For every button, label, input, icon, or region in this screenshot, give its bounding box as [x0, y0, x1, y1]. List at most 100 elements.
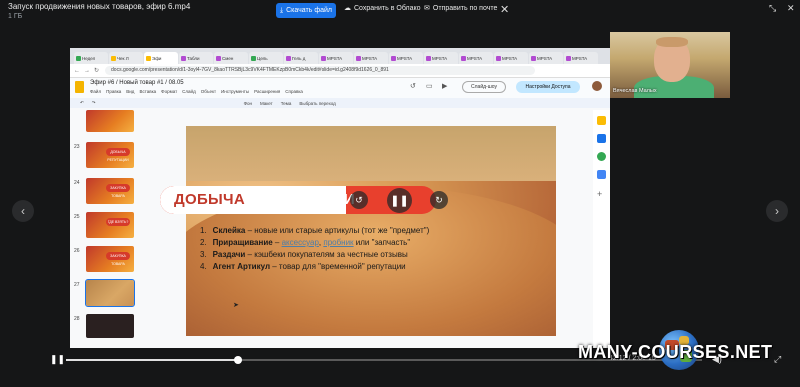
next-arrow-icon[interactable]: ›	[766, 200, 788, 222]
send-mail-button[interactable]: ✉ Отправить по почте	[424, 4, 498, 13]
toolbar-transition[interactable]: Выбрать переход	[299, 101, 335, 106]
accessory-link[interactable]: аксессуар	[282, 238, 319, 247]
browser-tab[interactable]: MPSTA	[424, 52, 458, 64]
thumbnail-banner: ЗАКУПКА ТОВАРА	[106, 252, 130, 266]
avatar[interactable]	[592, 81, 602, 91]
download-icon: ⤓	[280, 6, 284, 14]
slides-logo-icon[interactable]	[75, 81, 84, 93]
toolbar-theme[interactable]: Тема	[281, 101, 292, 106]
favicon-icon	[426, 55, 431, 61]
browser-tab[interactable]: Смен	[214, 52, 248, 64]
favicon-icon	[321, 55, 326, 61]
download-label: Скачать файл	[286, 7, 332, 14]
history-icon[interactable]: ↺	[410, 82, 416, 90]
browser-tab[interactable]: MPSTA	[494, 52, 528, 64]
menu-help[interactable]: Справка	[285, 89, 303, 94]
address-bar: ← → ↻ docs.google.com/presentation/d/1-3…	[70, 64, 610, 78]
viewer-topbar: Запуск продвижения новых товаров, эфир 6…	[0, 0, 800, 22]
slide-list: 1. Склейка – новые или старые артикулы (…	[200, 225, 429, 273]
keep-icon[interactable]	[597, 116, 606, 125]
browser-tab[interactable]: Гель д	[284, 52, 318, 64]
browser-tab[interactable]: MPSTA	[564, 52, 598, 64]
toolbar-undo-icon[interactable]: ↶	[80, 100, 84, 106]
rewind-10-icon[interactable]: ↺	[350, 191, 368, 209]
webcam-overlay: Вячеслав Малых	[610, 32, 730, 98]
menu-tools[interactable]: Инструменты	[221, 89, 249, 94]
browser-tab[interactable]: MPSTA	[354, 52, 388, 64]
close-icon[interactable]: ✕	[500, 3, 509, 16]
list-item: 1. Склейка – новые или старые артикулы (…	[200, 226, 430, 235]
meet-icon[interactable]: ▶	[442, 82, 447, 90]
slide-background	[186, 126, 556, 181]
favicon-icon	[216, 55, 221, 61]
slide-thumbnail-selected[interactable]	[85, 279, 135, 307]
menu-file[interactable]: Файл	[90, 89, 101, 94]
menu-edit[interactable]: Правка	[106, 89, 121, 94]
browser-tab[interactable]: MPSTA	[529, 52, 563, 64]
browser-tab-active[interactable]: Эфи	[144, 52, 178, 64]
browser-tab[interactable]: MPSTA	[459, 52, 493, 64]
browser-tab[interactable]: Недел	[74, 52, 108, 64]
minimize-icon[interactable]: ⤡	[769, 3, 776, 14]
menu-view[interactable]: Вид	[126, 89, 134, 94]
browser-tab[interactable]: MPSTA	[389, 52, 423, 64]
tasks-icon[interactable]	[597, 134, 606, 143]
slide-thumbnail[interactable]: ЗАКУПКА ТОВАРА	[86, 246, 134, 272]
slide-number: 26	[74, 248, 80, 254]
toolbar-layout[interactable]: Макет	[260, 101, 273, 106]
close-window-icon[interactable]: ✕	[787, 3, 795, 14]
list-item: 2. Приращивание – аксессуар, пробник или…	[200, 238, 411, 247]
list-item: 3. Раздачи – кэшбеки покупателям за чест…	[200, 250, 408, 259]
participant-name: Вячеслав Малых	[613, 88, 657, 94]
contacts-icon[interactable]	[597, 152, 606, 161]
url-input[interactable]: docs.google.com/presentation/d/1-3oyl4-7…	[105, 66, 536, 75]
favicon-icon	[76, 55, 81, 61]
slide-thumbnail[interactable]	[86, 314, 134, 338]
browser-tab[interactable]: Табли	[179, 52, 213, 64]
download-button[interactable]: ⤓ Скачать файл	[276, 3, 336, 18]
toolbar-background[interactable]: Фон	[244, 101, 252, 106]
volume-icon[interactable]: ◀)	[712, 354, 722, 365]
slide-thumbnail[interactable]: ДОБЫЧА РЕПУТАЦИИ	[86, 142, 134, 168]
browser-tab[interactable]: Чек Л	[109, 52, 143, 64]
forward-10-icon[interactable]: ↻	[430, 191, 448, 209]
menu-insert[interactable]: Вставка	[139, 89, 156, 94]
slide-thumbnail[interactable]: ЗАКУПКА ТОВАРА	[86, 178, 134, 204]
slide-thumbnail[interactable]: ГДЕ ВЗЯТЬ?	[86, 212, 134, 238]
forward-icon[interactable]: →	[84, 68, 90, 74]
add-addon-icon[interactable]: +	[597, 190, 606, 199]
file-info: Запуск продвижения новых товаров, эфир 6…	[8, 2, 190, 20]
slide-thumbnail[interactable]	[86, 110, 134, 132]
share-button[interactable]: Настройки Доступа	[516, 81, 580, 93]
menu-object[interactable]: Объект	[201, 89, 216, 94]
menu-format[interactable]: Формат	[161, 89, 177, 94]
send-mail-label: Отправить по почте	[432, 4, 498, 12]
menu-extensions[interactable]: Расширения	[254, 89, 280, 94]
slide-number: 24	[74, 180, 80, 186]
save-cloud-button[interactable]: ☁ Сохранить в Облако	[344, 4, 421, 13]
progress-knob[interactable]	[234, 356, 242, 364]
browser-tab[interactable]: MPSTA	[319, 52, 353, 64]
doc-title[interactable]: Эфир #6 / Новый товар #1 / 08.05	[90, 80, 184, 86]
favicon-icon	[356, 55, 361, 61]
sample-link[interactable]: пробник	[323, 238, 353, 247]
maps-icon[interactable]	[597, 170, 606, 179]
favicon-icon	[566, 55, 571, 61]
browser-tab[interactable]: Цель	[249, 52, 283, 64]
pause-button-icon[interactable]: ❚❚	[50, 354, 65, 365]
back-icon[interactable]: ←	[74, 68, 80, 74]
menu-slide[interactable]: Слайд	[182, 89, 196, 94]
toolbar-redo-icon[interactable]: ↷	[92, 100, 96, 106]
slideshow-button[interactable]: Слайд-шоу	[462, 81, 506, 93]
slide-title-part2: РЕПУТАЦИИ	[263, 191, 355, 208]
cloud-icon: ☁	[344, 5, 351, 12]
list-item: 4. Агент Артикул – товар для "временной"…	[200, 262, 406, 271]
reload-icon[interactable]: ↻	[94, 67, 99, 74]
fullscreen-icon[interactable]: ⤢	[774, 354, 781, 365]
comment-icon[interactable]: ▭	[426, 82, 433, 90]
slide-number: 25	[74, 214, 80, 220]
file-name: Запуск продвижения новых товаров, эфир 6…	[8, 2, 191, 11]
pause-icon[interactable]: ❚❚	[387, 188, 412, 213]
prev-arrow-icon[interactable]: ‹	[12, 200, 34, 222]
favicon-icon	[391, 55, 396, 61]
